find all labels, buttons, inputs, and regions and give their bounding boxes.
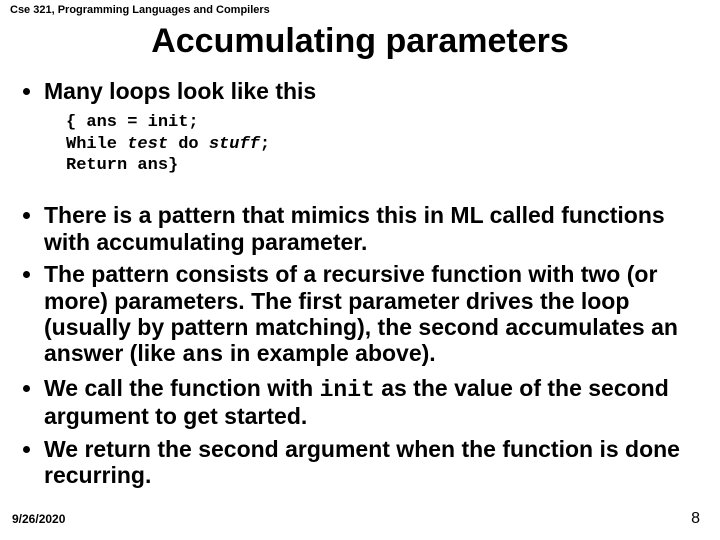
slide: Cse 321, Programming Languages and Compi… — [0, 0, 720, 540]
code-text: ; — [260, 135, 270, 154]
footer-page-number: 8 — [691, 510, 700, 528]
code-inline: init — [320, 377, 375, 403]
bullet-2: There is a pattern that mimics this in M… — [44, 202, 700, 255]
code-line-2: While test do stuff; — [66, 134, 700, 155]
code-line-1: { ans = init; — [66, 112, 700, 133]
bullet-5: We return the second argument when the f… — [44, 436, 700, 489]
text: in example above). — [224, 340, 436, 366]
code-inline: ans — [182, 342, 223, 368]
code-emph: test — [127, 135, 168, 154]
code-block: { ans = init; While test do stuff; Retur… — [66, 112, 700, 176]
course-label: Cse 321, Programming Languages and Compi… — [10, 4, 270, 16]
slide-title: Accumulating parameters — [0, 22, 720, 61]
bullet-list: Many loops look like this — [20, 78, 700, 104]
code-text: do — [168, 135, 209, 154]
footer-date: 9/26/2020 — [12, 512, 65, 526]
code-emph: stuff — [209, 135, 260, 154]
code-text: While — [66, 135, 127, 154]
slide-body: Many loops look like this { ans = init; … — [20, 78, 700, 495]
code-line-3: Return ans} — [66, 155, 700, 176]
bullet-4: We call the function with init as the va… — [44, 375, 700, 430]
bullet-3: The pattern consists of a recursive func… — [44, 261, 700, 369]
bullet-1: Many loops look like this — [44, 78, 700, 104]
bullet-list-2: There is a pattern that mimics this in M… — [20, 202, 700, 488]
text: We call the function with — [44, 375, 320, 401]
